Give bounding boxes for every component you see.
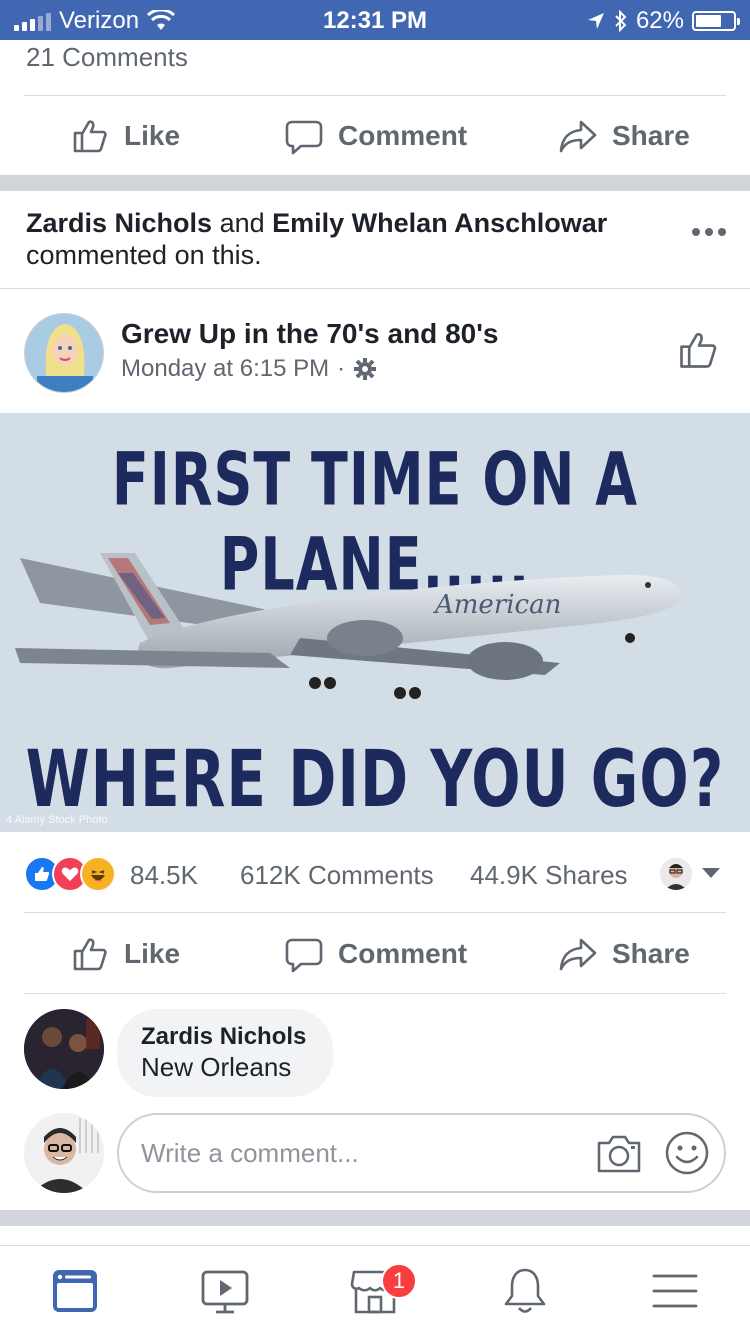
thumbs-up-icon: [73, 938, 107, 971]
battery-icon: [692, 11, 740, 31]
comments-count[interactable]: 612K Comments: [240, 860, 434, 891]
page-name[interactable]: Grew Up in the 70's and 80's: [121, 318, 498, 350]
like-button[interactable]: Like: [70, 96, 180, 176]
share-button[interactable]: Share: [558, 96, 690, 176]
post-meta: Monday at 6:15 PM ·: [121, 355, 377, 383]
chevron-down-icon[interactable]: [702, 868, 720, 878]
gear-icon: [354, 358, 377, 380]
comment-text: New Orleans: [141, 1052, 292, 1082]
comment-composer[interactable]: [117, 1113, 726, 1193]
watch-video-icon[interactable]: [198, 1264, 252, 1318]
thumbs-up-icon: [73, 120, 107, 153]
activity-user-2[interactable]: Emily Whelan Anschlowar: [272, 208, 607, 238]
activity-user-1[interactable]: Zardis Nichols: [26, 208, 212, 238]
like-page-thumbs-up-icon[interactable]: [676, 328, 720, 372]
share-label: Share: [612, 938, 690, 969]
comment-label: Comment: [338, 120, 468, 151]
meta-separator: ·: [337, 355, 346, 382]
divider: [24, 912, 726, 913]
image-caption-bottom: WHERE DID YOU GO?: [25, 733, 725, 825]
reaction-avatar[interactable]: [660, 858, 692, 890]
activity-header: Zardis Nichols and Emily Whelan Anschlow…: [26, 207, 666, 271]
comment-bubble[interactable]: Zardis Nichols New Orleans: [117, 1009, 333, 1097]
share-arrow-icon: [559, 120, 597, 153]
activity-suffix: commented on this.: [26, 240, 262, 270]
marketplace-notification-badge: 1: [381, 1263, 417, 1299]
more-dots-icon[interactable]: [692, 228, 726, 236]
post-actions: Like Comment Share: [0, 914, 750, 994]
smiley-icon[interactable]: [663, 1129, 711, 1177]
commenter-avatar[interactable]: [24, 1009, 104, 1089]
bottom-tab-bar: [0, 1245, 750, 1334]
feed-separator: [0, 1210, 750, 1226]
location-icon: [587, 13, 604, 29]
image-watermark: 4 Alamy Stock Photo: [6, 814, 108, 826]
status-bar: Verizon 12:31 PM 62%: [0, 0, 750, 40]
post-image[interactable]: FIRST TIME ON A PLANE..... American WHER…: [0, 413, 750, 832]
share-label: Share: [612, 120, 690, 151]
divider: [0, 288, 750, 289]
menu-icon[interactable]: [648, 1264, 702, 1318]
like-label: Like: [124, 120, 181, 151]
reactions-count[interactable]: 84.5K: [130, 860, 198, 891]
comment-button[interactable]: Comment: [284, 914, 467, 994]
bluetooth-icon: [615, 10, 627, 32]
news-feed-icon[interactable]: [48, 1264, 102, 1318]
page-avatar[interactable]: [24, 313, 104, 393]
comment-label: Comment: [338, 938, 468, 969]
comment-bubble-icon: [285, 938, 323, 973]
previous-post-actions: Like Comment Share: [0, 96, 750, 176]
camera-icon[interactable]: [595, 1131, 643, 1175]
divider: [24, 993, 726, 994]
airline-name: American: [433, 590, 561, 620]
feed-separator: [0, 175, 750, 191]
battery-percent: 62%: [635, 7, 684, 34]
reaction-icons[interactable]: [24, 856, 116, 892]
share-arrow-icon: [559, 938, 597, 971]
comment-author[interactable]: Zardis Nichols: [141, 1023, 309, 1051]
haha-reaction-icon: [80, 856, 116, 892]
comment-input[interactable]: [141, 1115, 581, 1191]
share-button[interactable]: Share: [558, 914, 690, 994]
airplane-illustration: American: [15, 553, 681, 699]
comment-button[interactable]: Comment: [284, 96, 467, 176]
activity-joiner: and: [219, 208, 265, 238]
my-avatar[interactable]: [24, 1113, 104, 1193]
like-button[interactable]: Like: [70, 914, 180, 994]
post-timestamp[interactable]: Monday at 6:15 PM: [121, 355, 329, 383]
like-label: Like: [124, 938, 181, 969]
comment-bubble-icon: [285, 120, 323, 155]
shares-count[interactable]: 44.9K Shares: [470, 860, 628, 891]
bell-icon[interactable]: [498, 1264, 552, 1318]
previous-comments-count[interactable]: 21 Comments: [26, 42, 188, 73]
